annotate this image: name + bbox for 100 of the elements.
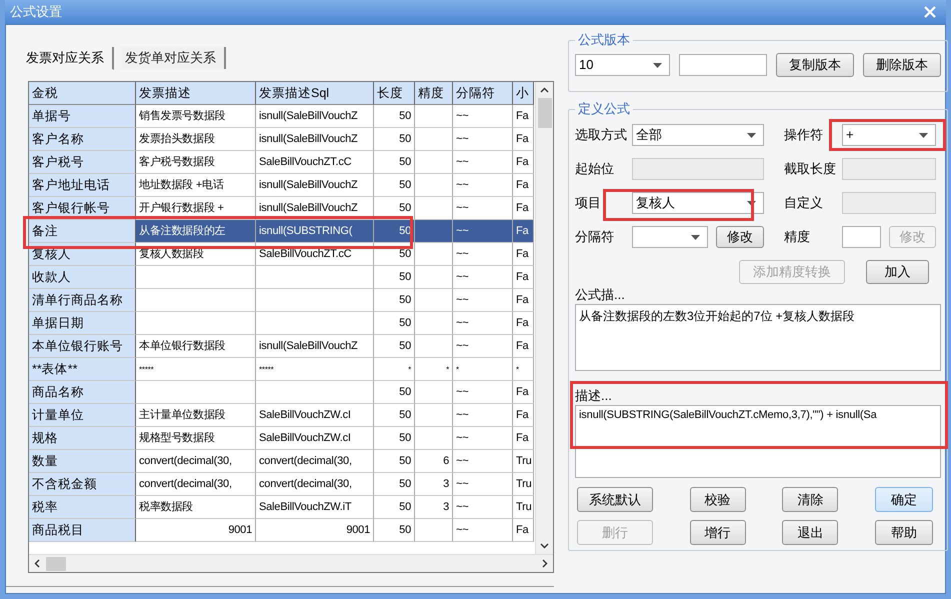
table-row[interactable]: 不含税金额 convert(decimal(30, convert(decimal(30, 50 3 ~~ Tru <box>29 473 535 496</box>
tab[interactable]: 发货单对应关系 <box>122 47 226 69</box>
table-cell: Tru <box>513 473 534 496</box>
add-button[interactable]: 加入 <box>866 260 929 284</box>
table-row[interactable]: 单据日期 50 ~~ Fa <box>29 312 535 335</box>
table-cell: 50 <box>374 151 415 174</box>
text-area[interactable]: isnull(SUBSTRING(SaleBillVouchZT.cMemo,3,7),"") + isnull(Sa <box>575 405 941 478</box>
table-row[interactable]: 规格 规格型号数据段 SaleBillVouchZW.cI 50 ~~ Fa <box>29 427 535 450</box>
table-cell: 发票抬头数据段 <box>136 128 256 151</box>
row-header[interactable]: 计量单位 <box>29 404 136 427</box>
column-header[interactable]: 金税 <box>29 82 136 105</box>
table-cell: ~~ <box>453 220 513 243</box>
column-header[interactable]: 长度 <box>374 82 415 105</box>
row-header[interactable]: 商品税目 <box>29 519 136 542</box>
table-row[interactable]: 税率 税率数据段 SaleBillVouchZW.iT 50 3 ~~ Tru <box>29 496 535 519</box>
row-header[interactable]: 单据日期 <box>29 312 136 335</box>
version-dropdown[interactable]: 10 <box>575 54 670 76</box>
separator-dropdown[interactable] <box>632 226 708 248</box>
column-header[interactable]: 发票描述 <box>136 82 256 105</box>
vertical-scrollbar[interactable] <box>535 82 553 554</box>
table-row[interactable]: 清单行商品名称 50 ~~ Fa <box>29 289 535 312</box>
table-row[interactable]: 商品税目 9001 9001 50 ~~ Fa <box>29 519 535 542</box>
text-area[interactable]: 从备注数据段的左数3位开始起的7位 +复核人数据段 <box>575 304 941 371</box>
table-cell <box>415 220 453 243</box>
scrollbar-thumb[interactable] <box>46 556 66 570</box>
close-icon[interactable] <box>924 6 936 18</box>
field-label: 选取方式 <box>575 126 628 144</box>
scrollbar-thumb[interactable] <box>538 98 552 128</box>
table-cell: SaleBillVouchZT.cC <box>256 243 374 266</box>
table-cell: convert(decimal(30, <box>256 473 374 496</box>
table-cell: convert(decimal(30, <box>136 450 256 473</box>
column-header[interactable]: 精度 <box>415 82 453 105</box>
scroll-left-icon[interactable] <box>34 559 40 568</box>
table-cell: * <box>374 358 415 381</box>
table-cell: * <box>513 358 534 381</box>
row-header[interactable]: 单据号 <box>29 105 136 128</box>
table-cell: isnull(SaleBillVouchZ <box>256 105 374 128</box>
row-header[interactable]: 规格 <box>29 427 136 450</box>
group-title: 定义公式 <box>577 100 631 118</box>
button[interactable]: 清除 <box>782 487 838 512</box>
scroll-up-icon[interactable] <box>540 87 549 93</box>
table-row[interactable]: **表体** ***** ***** * * * * <box>29 358 535 381</box>
row-header[interactable]: **表体** <box>29 358 136 381</box>
input-field[interactable] <box>842 226 881 248</box>
scroll-right-icon[interactable] <box>542 559 548 568</box>
button[interactable]: 删除版本 <box>863 53 941 77</box>
button[interactable]: 确定 <box>874 487 933 512</box>
table-row[interactable]: 数量 convert(decimal(30, convert(decimal(30, 50 6 ~~ Tru <box>29 450 535 473</box>
table-cell: 50 <box>374 335 415 358</box>
table-row[interactable]: 收款人 50 ~~ Fa <box>29 266 535 289</box>
table-row[interactable]: 商品名称 50 ~~ Fa <box>29 381 535 404</box>
button[interactable]: 退出 <box>782 520 838 545</box>
table-cell: convert(decimal(30, <box>256 450 374 473</box>
row-header[interactable]: 税率 <box>29 496 136 519</box>
table-cell: 9001 <box>256 519 374 542</box>
row-header[interactable]: 客户税号 <box>29 151 136 174</box>
table-cell: 50 <box>374 243 415 266</box>
button[interactable]: 帮助 <box>874 520 933 545</box>
button[interactable]: 复制版本 <box>776 53 854 77</box>
table-cell: Fa <box>513 220 534 243</box>
edit-button[interactable]: 修改 <box>716 226 764 248</box>
column-header[interactable]: 发票描述Sql <box>256 82 374 105</box>
table-cell: 3 <box>415 496 453 519</box>
table-row[interactable]: 客户地址电话 地址数据段 +电话 isnull(SaleBillVouchZ 50 ~~ Fa <box>29 174 535 197</box>
table-row[interactable]: 计量单位 主计量单位数据段 SaleBillVouchZW.cI 50 ~~ Fa <box>29 404 535 427</box>
table-row[interactable]: 客户名称 发票抬头数据段 isnull(SaleBillVouchZ 50 ~~ Fa <box>29 128 535 151</box>
operator-dropdown[interactable]: + <box>842 124 936 146</box>
row-header[interactable]: 客户地址电话 <box>29 174 136 197</box>
table-cell: 50 <box>374 450 415 473</box>
row-header[interactable]: 备注 <box>29 220 136 243</box>
item-dropdown[interactable]: 复核人 <box>632 192 764 214</box>
button[interactable]: 增行 <box>690 520 746 545</box>
table-row[interactable]: 客户税号 客户税号数据段 SaleBillVouchZT.cC 50 ~~ Fa <box>29 151 535 174</box>
row-header[interactable]: 客户名称 <box>29 128 136 151</box>
table-row[interactable]: 本单位银行账号 本单位银行数据段 isnull(SaleBillVouchZ 50 ~~ Fa <box>29 335 535 358</box>
table-cell: ~~ <box>453 404 513 427</box>
table-cell: Fa <box>513 289 534 312</box>
row-header[interactable]: 不含税金额 <box>29 473 136 496</box>
scroll-down-icon[interactable] <box>540 543 549 549</box>
table-cell: isnull(SaleBillVouchZ <box>256 335 374 358</box>
horizontal-scrollbar[interactable] <box>29 554 553 572</box>
column-header[interactable]: 分隔符 <box>453 82 513 105</box>
row-header[interactable]: 数量 <box>29 450 136 473</box>
row-header[interactable]: 清单行商品名称 <box>29 289 136 312</box>
row-header[interactable]: 收款人 <box>29 266 136 289</box>
row-header[interactable]: 本单位银行账号 <box>29 335 136 358</box>
table-cell: 客户税号数据段 <box>136 151 256 174</box>
tab[interactable]: 发票对应关系 <box>23 46 114 70</box>
input-field[interactable] <box>679 54 767 76</box>
table-cell: Fa <box>513 128 534 151</box>
table-cell: 本单位银行数据段 <box>136 335 256 358</box>
column-header[interactable]: 小 <box>513 82 534 105</box>
button[interactable]: 系统默认 <box>577 487 653 512</box>
button[interactable]: 校验 <box>690 487 746 512</box>
selection-dropdown[interactable]: 全部 <box>632 124 764 146</box>
table-cell <box>415 289 453 312</box>
table-cell: Fa <box>513 312 534 335</box>
table-row[interactable]: 单据号 销售发票号数据段 isnull(SaleBillVouchZ 50 ~~ Fa <box>29 105 535 128</box>
field-label: 自定义 <box>783 194 824 212</box>
row-header[interactable]: 商品名称 <box>29 381 136 404</box>
